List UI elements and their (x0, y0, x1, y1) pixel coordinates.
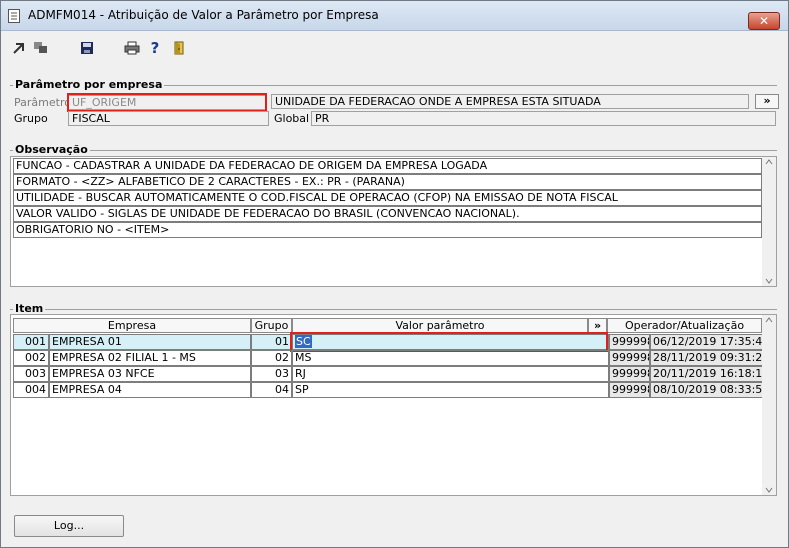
cell-data: 08/10/2019 08:33:55 (650, 382, 764, 398)
main-window: ADMFM014 - Atribuição de Valor a Parâmet… (0, 0, 789, 548)
parametro-highlight (67, 93, 267, 112)
observacao-section-title: Observação (13, 143, 90, 156)
cell-code: 003 (13, 366, 49, 382)
cell-operador: 999998 (609, 350, 650, 366)
item-grid: Empresa Grupo Valor parâmetro » Operador… (10, 314, 777, 496)
help-icon[interactable]: ? (146, 39, 164, 57)
observacao-line: UTILIDADE - BUSCAR AUTOMATICAMENTE O COD… (13, 190, 762, 206)
arrow-nav-icon[interactable] (10, 40, 28, 56)
window-title: ADMFM014 - Atribuição de Valor a Parâmet… (28, 8, 379, 22)
cell-grupo: 04 (251, 382, 292, 398)
close-button[interactable]: ✕ (748, 12, 780, 30)
scroll-down-icon[interactable] (765, 278, 773, 284)
header-empresa[interactable]: Empresa (13, 318, 251, 333)
scroll-up-icon[interactable] (765, 317, 773, 323)
observacao-scrollbar[interactable] (762, 157, 776, 286)
cell-empresa: EMPRESA 03 NFCE (49, 366, 251, 382)
cell-empresa: EMPRESA 02 FILIAL 1 - MS (49, 350, 251, 366)
header-operador[interactable]: Operador/Atualização (607, 318, 762, 333)
document-icon (8, 9, 20, 23)
cell-operador: 999998 (609, 382, 650, 398)
save-icon[interactable] (78, 40, 96, 56)
scroll-down-icon[interactable] (765, 487, 773, 493)
cell-data: 20/11/2019 16:18:13 (650, 366, 764, 382)
parametro-description: UNIDADE DA FEDERACAO ONDE A EMPRESA ESTA… (271, 94, 749, 109)
observacao-box: FUNCAO - CADASTRAR A UNIDADE DA FEDERACA… (10, 156, 777, 287)
window-cascade-icon[interactable] (32, 40, 50, 56)
item-divider (10, 309, 777, 310)
cell-valor[interactable]: SP (292, 382, 609, 398)
table-row[interactable]: 003 EMPRESA 03 NFCE 03 RJ 999998 20/11/2… (13, 366, 764, 382)
toolbar: ? (1, 32, 788, 62)
grupo-field: FISCAL (68, 111, 269, 126)
cell-operador: 999998 (609, 366, 650, 382)
global-field[interactable]: PR (311, 111, 776, 126)
item-scrollbar[interactable] (762, 315, 776, 495)
observacao-line: FUNCAO - CADASTRAR A UNIDADE DA FEDERACA… (13, 158, 762, 174)
cell-operador: 999998 (609, 334, 650, 350)
cell-grupo: 03 (251, 366, 292, 382)
observacao-line: OBRIGATORIO NO - <ITEM> (13, 222, 762, 238)
cell-grupo: 01 (251, 334, 292, 350)
cell-empresa: EMPRESA 01 (49, 334, 251, 350)
header-grupo[interactable]: Grupo (251, 318, 292, 333)
grupo-label: Grupo (14, 112, 48, 125)
cell-code: 002 (13, 350, 49, 366)
table-row[interactable]: 002 EMPRESA 02 FILIAL 1 - MS 02 MS 99999… (13, 350, 764, 366)
table-row[interactable]: 004 EMPRESA 04 04 SP 999998 08/10/2019 0… (13, 382, 764, 398)
parametro-section-title: Parâmetro por empresa (13, 78, 165, 91)
cell-data: 06/12/2019 17:35:41 (650, 334, 764, 350)
parametro-label: Parâmetro (14, 96, 71, 109)
header-valor[interactable]: Valor parâmetro (292, 318, 588, 333)
title-bar: ADMFM014 - Atribuição de Valor a Parâmet… (1, 1, 788, 31)
cell-valor[interactable]: RJ (292, 366, 609, 382)
cell-data: 28/11/2019 09:31:28 (650, 350, 764, 366)
exit-door-icon[interactable] (170, 40, 188, 56)
scroll-up-icon[interactable] (765, 159, 773, 165)
parametro-more-button[interactable]: » (755, 94, 779, 109)
observacao-divider (10, 150, 777, 151)
cell-code: 004 (13, 382, 49, 398)
global-label: Global (274, 112, 310, 125)
print-icon[interactable] (123, 40, 141, 56)
observacao-line: FORMATO - <ZZ> ALFABETICO DE 2 CARACTERE… (13, 174, 762, 190)
observacao-line: VALOR VALIDO - SIGLAS DE UNIDADE DE FEDE… (13, 206, 762, 222)
cell-empresa: EMPRESA 04 (49, 382, 251, 398)
header-more-button[interactable]: » (588, 318, 607, 333)
cell-valor[interactable]: MS (292, 350, 609, 366)
cell-grupo: 02 (251, 350, 292, 366)
valor-highlight (290, 332, 608, 352)
cell-code: 001 (13, 334, 49, 350)
log-button[interactable]: Log... (14, 515, 124, 537)
